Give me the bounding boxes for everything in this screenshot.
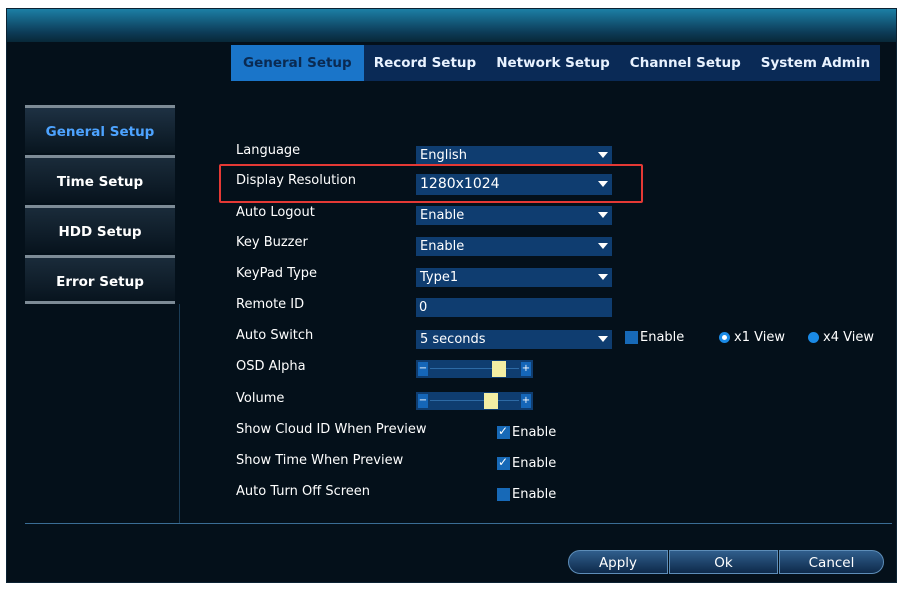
keypad-type-select[interactable]: Type1: [416, 268, 612, 287]
minus-icon[interactable]: −: [418, 394, 428, 408]
apply-button[interactable]: Apply: [568, 550, 668, 574]
sidebar: General Setup Time Setup HDD Setup Error…: [25, 105, 175, 305]
cancel-button[interactable]: Cancel: [779, 550, 884, 574]
chevron-down-icon: [598, 181, 608, 187]
language-label: Language: [236, 143, 301, 158]
auto-switch-select[interactable]: 5 seconds: [416, 330, 612, 349]
sidebar-divider: [25, 301, 175, 304]
auto-switch-label: Auto Switch: [236, 328, 314, 343]
plus-icon[interactable]: +: [521, 362, 531, 376]
display-resolution-label: Display Resolution: [236, 173, 356, 188]
sidebar-item-error-setup[interactable]: Error Setup: [25, 255, 175, 303]
chevron-down-icon: [598, 212, 608, 218]
x1-view-radio[interactable]: x1 View: [719, 330, 785, 345]
auto-logout-value: Enable: [420, 208, 465, 223]
tab-general-setup[interactable]: General Setup: [231, 45, 364, 81]
remote-id-input[interactable]: 0: [416, 298, 612, 317]
dvr-settings-window: General Setup Record Setup Network Setup…: [6, 8, 897, 583]
slider-track: [430, 368, 519, 369]
checkbox-checked-icon: [497, 455, 510, 470]
volume-label: Volume: [236, 391, 285, 406]
sidebar-vertical-divider: [179, 304, 180, 523]
ok-button[interactable]: Ok: [669, 550, 778, 574]
osd-alpha-slider[interactable]: − +: [416, 360, 533, 378]
title-bar: [7, 9, 896, 42]
tab-network-setup[interactable]: Network Setup: [486, 45, 620, 81]
tab-channel-setup[interactable]: Channel Setup: [619, 45, 751, 81]
remote-id-label: Remote ID: [236, 297, 305, 312]
sidebar-item-time-setup[interactable]: Time Setup: [25, 155, 175, 203]
keypad-type-value: Type1: [420, 270, 459, 285]
show-cloud-id-enable-label: Enable: [512, 425, 557, 440]
keypad-type-label: KeyPad Type: [236, 266, 318, 281]
sidebar-item-hdd-setup[interactable]: HDD Setup: [25, 205, 175, 253]
auto-switch-enable-label: Enable: [640, 330, 685, 345]
checkbox-icon: [497, 488, 510, 501]
auto-switch-value: 5 seconds: [420, 332, 486, 347]
minus-icon[interactable]: −: [418, 362, 428, 376]
x4-view-radio[interactable]: x4 View: [808, 330, 874, 345]
chevron-down-icon: [598, 152, 608, 158]
x1-view-label: x1 View: [734, 330, 785, 345]
footer-divider: [25, 523, 892, 524]
plus-icon[interactable]: +: [521, 394, 531, 408]
display-resolution-value: 1280x1024: [420, 176, 500, 192]
checkbox-checked-icon: [497, 424, 510, 439]
radio-selected-icon: [719, 332, 730, 343]
chevron-down-icon: [598, 336, 608, 342]
chevron-down-icon: [598, 274, 608, 280]
x4-view-label: x4 View: [823, 330, 874, 345]
slider-thumb[interactable]: [484, 393, 498, 409]
radio-icon: [808, 332, 819, 343]
auto-turn-off-label: Auto Turn Off Screen: [236, 484, 371, 499]
show-time-checkbox[interactable]: Enable: [497, 455, 557, 471]
tab-system-admin[interactable]: System Admin: [750, 45, 881, 81]
show-time-enable-label: Enable: [512, 456, 557, 471]
key-buzzer-select[interactable]: Enable: [416, 237, 612, 256]
display-resolution-select[interactable]: 1280x1024: [416, 174, 612, 195]
checkbox-icon: [625, 331, 638, 344]
auto-logout-label: Auto Logout: [236, 205, 315, 220]
slider-thumb[interactable]: [491, 361, 506, 377]
slider-track: [430, 400, 519, 401]
language-value: English: [420, 148, 467, 163]
show-time-label: Show Time When Preview: [236, 453, 404, 468]
auto-turn-off-enable-label: Enable: [512, 487, 557, 502]
button-bar: Apply Ok Cancel: [568, 550, 884, 574]
chevron-down-icon: [598, 243, 608, 249]
show-cloud-id-checkbox[interactable]: Enable: [497, 424, 557, 440]
auto-turn-off-checkbox[interactable]: Enable: [497, 487, 556, 502]
auto-logout-select[interactable]: Enable: [416, 206, 612, 225]
key-buzzer-value: Enable: [420, 239, 465, 254]
volume-slider[interactable]: − +: [416, 392, 533, 410]
auto-switch-enable-checkbox[interactable]: Enable: [625, 330, 684, 345]
sidebar-item-general-setup[interactable]: General Setup: [25, 105, 175, 153]
tab-bar: General Setup Record Setup Network Setup…: [231, 45, 881, 81]
osd-alpha-label: OSD Alpha: [236, 359, 306, 374]
key-buzzer-label: Key Buzzer: [236, 235, 308, 250]
language-select[interactable]: English: [416, 146, 612, 165]
show-cloud-id-label: Show Cloud ID When Preview: [236, 422, 427, 437]
tab-record-setup[interactable]: Record Setup: [363, 45, 487, 81]
